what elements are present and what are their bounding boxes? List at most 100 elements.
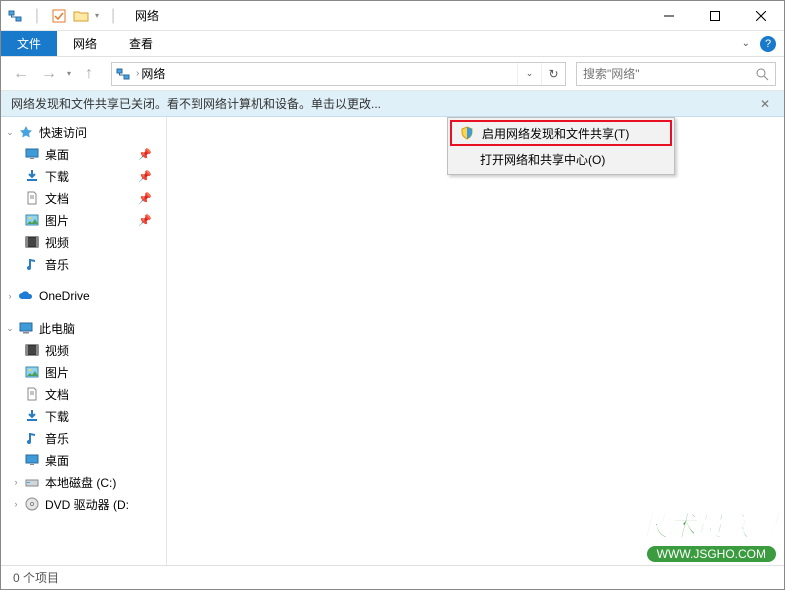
tab-file[interactable]: 文件 <box>1 31 57 56</box>
sidebar-item-pictures[interactable]: 图片 📌 <box>1 209 166 231</box>
sidebar-item-label: 文档 <box>45 190 69 207</box>
item-count: 0 个项目 <box>13 569 59 586</box>
window-title: 网络 <box>135 7 159 24</box>
picture-icon <box>23 366 41 378</box>
sidebar-item-music[interactable]: 音乐 <box>1 253 166 275</box>
sidebar-item-pc-downloads[interactable]: 下载 <box>1 405 166 427</box>
video-icon <box>23 344 41 356</box>
sidebar-item-pc-desktop[interactable]: 桌面 <box>1 449 166 471</box>
ribbon-tabs: 文件 网络 查看 ⌄ ? <box>1 31 784 57</box>
music-icon <box>23 431 41 445</box>
sidebar-item-label: DVD 驱动器 (D: <box>45 496 129 513</box>
close-button[interactable] <box>738 1 784 31</box>
pin-icon: 📌 <box>138 214 152 227</box>
sidebar-item-label: 快速访问 <box>39 124 87 141</box>
sidebar-item-label: 视频 <box>45 342 69 359</box>
sidebar-item-label: 下载 <box>45 408 69 425</box>
sidebar-item-label: 音乐 <box>45 256 69 273</box>
sidebar-item-disk-c[interactable]: › 本地磁盘 (C:) <box>1 471 166 493</box>
minimize-button[interactable] <box>646 1 692 31</box>
sidebar-item-pc-documents[interactable]: 文档 <box>1 383 166 405</box>
document-icon <box>23 387 41 401</box>
network-icon <box>112 66 134 82</box>
context-item-enable-discovery[interactable]: 启用网络发现和文件共享(T) <box>450 120 672 146</box>
tab-view[interactable]: 查看 <box>113 31 169 56</box>
statusbar: 0 个项目 <box>1 565 784 589</box>
sidebar[interactable]: ⌄ 快速访问 桌面 📌 下载 📌 文档 📌 图片 📌 视频 <box>1 117 166 565</box>
divider-icon: | <box>105 8 121 24</box>
sidebar-item-pc-pictures[interactable]: 图片 <box>1 361 166 383</box>
chevron-right-icon[interactable]: › <box>3 291 17 301</box>
check-icon[interactable] <box>51 8 67 24</box>
up-button[interactable]: ↑ <box>77 62 101 86</box>
sidebar-item-desktop[interactable]: 桌面 📌 <box>1 143 166 165</box>
sidebar-item-downloads[interactable]: 下载 📌 <box>1 165 166 187</box>
infobar-close-icon[interactable]: ✕ <box>756 97 774 111</box>
folder-icon[interactable] <box>73 8 89 24</box>
sidebar-item-label: 图片 <box>45 364 69 381</box>
pc-icon <box>17 322 35 334</box>
sidebar-item-this-pc[interactable]: ⌄ 此电脑 <box>1 317 166 339</box>
onedrive-icon <box>17 291 35 301</box>
maximize-button[interactable] <box>692 1 738 31</box>
dvd-icon <box>23 497 41 511</box>
search-box[interactable] <box>576 62 776 86</box>
divider-icon: | <box>29 8 45 24</box>
sidebar-item-label: 文档 <box>45 386 69 403</box>
qat-dropdown-icon[interactable]: ▾ <box>95 11 99 20</box>
pin-icon: 📌 <box>138 170 152 183</box>
star-icon <box>17 125 35 139</box>
sidebar-item-label: 此电脑 <box>39 320 75 337</box>
context-item-label: 启用网络发现和文件共享(T) <box>482 125 629 142</box>
sidebar-item-pc-music[interactable]: 音乐 <box>1 427 166 449</box>
forward-button[interactable]: → <box>37 62 61 86</box>
sidebar-item-label: 音乐 <box>45 430 69 447</box>
sidebar-item-label: 下载 <box>45 168 69 185</box>
picture-icon <box>23 214 41 226</box>
infobar[interactable]: 网络发现和文件共享已关闭。看不到网络计算机和设备。单击以更改... ✕ <box>1 91 784 117</box>
refresh-button[interactable]: ↻ <box>541 63 565 85</box>
help-icon[interactable]: ? <box>760 36 776 52</box>
sidebar-item-quick-access[interactable]: ⌄ 快速访问 <box>1 121 166 143</box>
sidebar-item-pc-videos[interactable]: 视频 <box>1 339 166 361</box>
pin-icon: 📌 <box>138 148 152 161</box>
context-item-label: 打开网络和共享中心(O) <box>480 151 605 168</box>
content-area: 启用网络发现和文件共享(T) 打开网络和共享中心(O) <box>167 117 784 565</box>
search-icon[interactable] <box>755 67 769 81</box>
sidebar-item-onedrive[interactable]: › OneDrive <box>1 285 166 307</box>
ribbon-expand-icon[interactable]: ⌄ <box>742 38 750 49</box>
desktop-icon <box>23 148 41 160</box>
shield-icon <box>456 126 478 140</box>
sidebar-item-label: 视频 <box>45 234 69 251</box>
address-dropdown-icon[interactable]: ⌄ <box>517 63 541 85</box>
tab-network[interactable]: 网络 <box>57 31 113 56</box>
context-menu: 启用网络发现和文件共享(T) 打开网络和共享中心(O) <box>447 117 675 175</box>
download-icon <box>23 169 41 183</box>
sidebar-item-dvd[interactable]: › DVD 驱动器 (D: <box>1 493 166 515</box>
sidebar-item-label: 桌面 <box>45 146 69 163</box>
titlebar: | ▾ | 网络 <box>1 1 784 31</box>
context-item-open-center[interactable]: 打开网络和共享中心(O) <box>450 146 672 172</box>
history-dropdown-icon[interactable]: ▾ <box>65 69 73 78</box>
search-input[interactable] <box>583 67 755 81</box>
sidebar-item-videos[interactable]: 视频 <box>1 231 166 253</box>
address-bar[interactable]: › 网络 ⌄ ↻ <box>111 62 566 86</box>
chevron-right-icon[interactable]: › <box>9 499 23 509</box>
chevron-down-icon[interactable]: ⌄ <box>3 127 17 138</box>
main-area: ⌄ 快速访问 桌面 📌 下载 📌 文档 📌 图片 📌 视频 <box>1 117 784 565</box>
pin-icon: 📌 <box>138 192 152 205</box>
desktop-icon <box>23 454 41 466</box>
document-icon <box>23 191 41 205</box>
sidebar-item-label: 本地磁盘 (C:) <box>45 474 116 491</box>
back-button[interactable]: ← <box>9 62 33 86</box>
qat: | ▾ | 网络 <box>1 7 159 24</box>
video-icon <box>23 236 41 248</box>
sidebar-item-label: 图片 <box>45 212 69 229</box>
breadcrumb-location[interactable]: 网络 <box>141 65 165 82</box>
disk-icon <box>23 476 41 488</box>
sidebar-item-documents[interactable]: 文档 📌 <box>1 187 166 209</box>
chevron-down-icon[interactable]: ⌄ <box>3 323 17 334</box>
chevron-right-icon[interactable]: › <box>134 68 141 79</box>
chevron-right-icon[interactable]: › <box>9 477 23 487</box>
infobar-text: 网络发现和文件共享已关闭。看不到网络计算机和设备。单击以更改... <box>11 95 381 112</box>
